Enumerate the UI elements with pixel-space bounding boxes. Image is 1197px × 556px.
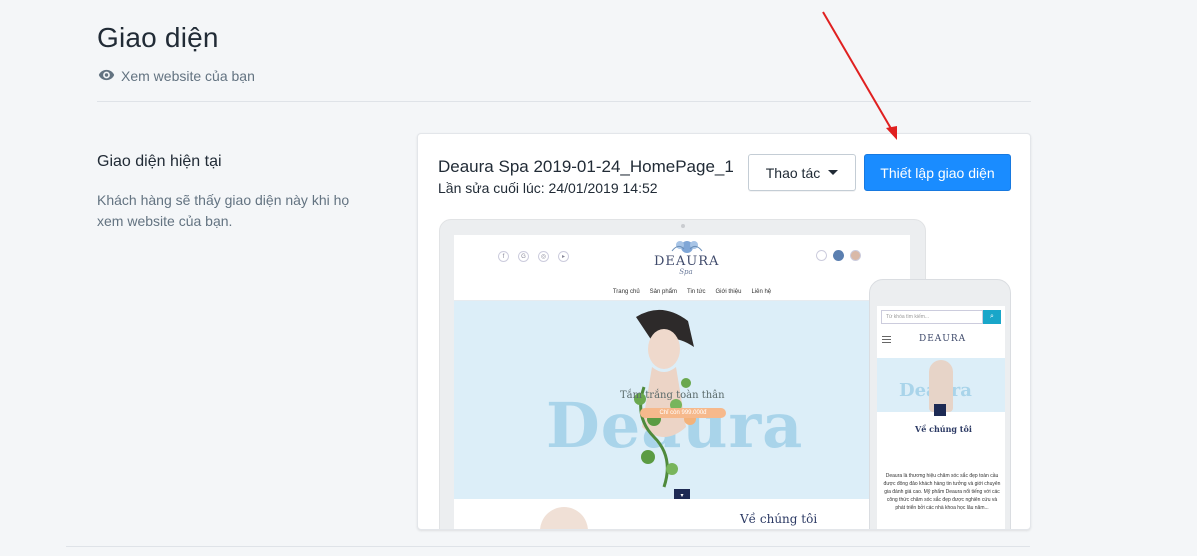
hero-model-image xyxy=(634,309,696,488)
preview-site-header: f G ◎ ▸ DEAURA Spa xyxy=(454,235,910,285)
view-website-label: Xem website của bạn xyxy=(121,68,255,84)
header-divider xyxy=(97,101,1031,102)
chevron-down-icon: ▾ xyxy=(674,489,690,499)
search-icon: ⌕ xyxy=(983,310,1001,324)
actions-label: Thao tác xyxy=(765,164,821,181)
desktop-preview: f G ◎ ▸ DEAURA Spa Trang chủ Sản phẩm Ti… xyxy=(439,219,926,529)
caret-down-icon xyxy=(828,170,839,175)
google-plus-icon: G xyxy=(518,251,529,262)
preview-nav-item: Liên hệ xyxy=(751,289,772,295)
youtube-icon: ▸ xyxy=(558,251,569,262)
theme-last-edited: Lần sửa cuối lúc: 24/01/2019 14:52 xyxy=(438,180,658,196)
hamburger-menu-icon xyxy=(882,336,891,343)
preview-nav: Trang chủ Sản phẩm Tin tức Giới thiệu Li… xyxy=(454,285,910,301)
preview-nav-item: Giới thiệu xyxy=(715,289,742,295)
mobile-preview-screen: Từ khóa tìm kiếm... ⌕ DEAURA Deaura Về c… xyxy=(877,306,1005,529)
mobile-chevron-down-icon xyxy=(934,404,946,416)
preview-about-section: Về chúng tôi xyxy=(454,499,910,529)
preview-about-title: Về chúng tôi xyxy=(740,512,818,526)
section-title: Giao diện hiện tại xyxy=(97,153,222,170)
preview-nav-item: Tin tức xyxy=(687,289,706,295)
preview-nav-item: Trang chủ xyxy=(612,289,640,295)
desktop-preview-screen: f G ◎ ▸ DEAURA Spa Trang chủ Sản phẩm Ti… xyxy=(454,235,910,529)
preview-logo-text: DEAURA xyxy=(654,254,720,269)
cart-icon xyxy=(833,250,844,261)
preview-logo-sub: Spa xyxy=(679,268,693,276)
preview-logo: DEAURA Spa xyxy=(654,237,718,281)
page-title: Giao diện xyxy=(97,22,219,53)
mobile-search-input: Từ khóa tìm kiếm... xyxy=(881,310,983,324)
footer-divider xyxy=(66,546,1030,547)
view-website-link[interactable]: Xem website của bạn xyxy=(98,68,255,84)
section-description: Khách hàng sẽ thấy giao diện này khi họ … xyxy=(97,192,350,229)
search-icon xyxy=(816,250,827,261)
about-model-image xyxy=(540,507,588,529)
actions-dropdown-button[interactable]: Thao tác xyxy=(748,154,856,191)
eye-icon xyxy=(98,68,115,84)
mobile-preview: Từ khóa tìm kiếm... ⌕ DEAURA Deaura Về c… xyxy=(869,279,1011,529)
instagram-icon: ◎ xyxy=(538,251,549,262)
setup-theme-button[interactable]: Thiết lập giao diện xyxy=(864,154,1011,191)
hero-price-badge: Chỉ còn 999.000đ xyxy=(640,408,726,418)
preview-header-icons xyxy=(816,250,861,261)
facebook-icon: f xyxy=(498,251,509,262)
mobile-logo-text: DEAURA xyxy=(919,334,967,344)
current-theme-card: Deaura Spa 2019-01-24_HomePage_1 Lần sửa… xyxy=(417,133,1031,530)
theme-name: Deaura Spa 2019-01-24_HomePage_1 xyxy=(438,157,734,176)
preview-nav-item: Sản phẩm xyxy=(649,289,678,295)
mobile-about-text: Deaura là thương hiệu chăm sóc sắc đẹp t… xyxy=(883,473,1001,511)
mobile-about-title: Về chúng tôi xyxy=(915,424,972,434)
avatar-icon xyxy=(850,250,861,261)
preview-hero-banner: Deaura Tắm trắng toàn thân Chỉ còn 999.0… xyxy=(454,301,910,499)
laptop-camera xyxy=(681,224,685,228)
hero-headline: Tắm trắng toàn thân xyxy=(620,390,725,401)
